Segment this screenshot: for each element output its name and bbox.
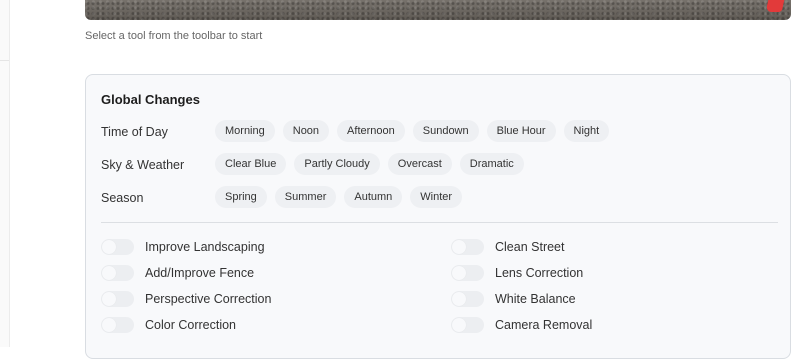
- toggle-label: Add/Improve Fence: [145, 266, 255, 280]
- sidebar-divider: [0, 60, 9, 61]
- chip-overcast[interactable]: Overcast: [387, 153, 452, 175]
- toggle-label: Camera Removal: [495, 318, 593, 332]
- toggle-knob: [102, 292, 116, 306]
- chip-dramatic[interactable]: Dramatic: [459, 153, 524, 175]
- toggle-switch[interactable]: [451, 291, 484, 307]
- toggle-perspective-correction[interactable]: Perspective Correction: [101, 291, 271, 307]
- toolbar-hint: Select a tool from the toolbar to start: [85, 30, 263, 42]
- chip-clear-blue[interactable]: Clear Blue: [215, 153, 287, 175]
- chip-noon[interactable]: Noon: [282, 120, 330, 142]
- toggle-knob: [452, 292, 466, 306]
- panel-title: Global Changes: [101, 92, 200, 107]
- toggle-clean-street[interactable]: Clean Street: [451, 239, 564, 255]
- toggle-knob: [102, 318, 116, 332]
- chip-partly-cloudy[interactable]: Partly Cloudy: [294, 153, 380, 175]
- toggle-color-correction[interactable]: Color Correction: [101, 317, 236, 333]
- left-sidebar: [0, 0, 10, 347]
- season-options: Spring Summer Autumn Winter: [215, 186, 463, 208]
- image-preview: [85, 0, 791, 20]
- season-label: Season: [101, 191, 144, 205]
- toggle-knob: [452, 266, 466, 280]
- chip-morning[interactable]: Morning: [215, 120, 275, 142]
- toggle-switch[interactable]: [101, 317, 134, 333]
- time-of-day-label: Time of Day: [101, 125, 168, 139]
- toggle-label: White Balance: [495, 292, 576, 306]
- chip-blue-hour[interactable]: Blue Hour: [486, 120, 556, 142]
- toggle-label: Lens Correction: [495, 266, 584, 280]
- chip-night[interactable]: Night: [563, 120, 610, 142]
- toggle-label: Perspective Correction: [145, 292, 272, 306]
- toggle-knob: [102, 266, 116, 280]
- toggle-switch[interactable]: [451, 317, 484, 333]
- toggle-lens-correction[interactable]: Lens Correction: [451, 265, 583, 281]
- toggle-knob: [452, 318, 466, 332]
- toggle-label: Clean Street: [495, 240, 565, 254]
- toggle-improve-landscaping[interactable]: Improve Landscaping: [101, 239, 265, 255]
- chip-spring[interactable]: Spring: [215, 186, 267, 208]
- toggle-label: Color Correction: [145, 318, 237, 332]
- chip-sundown[interactable]: Sundown: [412, 120, 479, 142]
- global-changes-panel: Global Changes Time of Day Morning Noon …: [85, 74, 791, 359]
- toggle-label: Improve Landscaping: [145, 240, 265, 254]
- time-of-day-options: Morning Noon Afternoon Sundown Blue Hour…: [215, 120, 610, 142]
- section-divider: [101, 222, 778, 223]
- sky-weather-options: Clear Blue Partly Cloudy Overcast Dramat…: [215, 153, 524, 175]
- chip-autumn[interactable]: Autumn: [344, 186, 403, 208]
- toggle-add-improve-fence[interactable]: Add/Improve Fence: [101, 265, 254, 281]
- chip-afternoon[interactable]: Afternoon: [337, 120, 405, 142]
- toggle-knob: [102, 240, 116, 254]
- image-watermark-mark: [765, 0, 785, 12]
- toggle-switch[interactable]: [451, 239, 484, 255]
- toggle-switch[interactable]: [101, 239, 134, 255]
- toggle-camera-removal[interactable]: Camera Removal: [451, 317, 592, 333]
- sky-weather-label: Sky & Weather: [101, 158, 185, 172]
- toggle-switch[interactable]: [101, 291, 134, 307]
- chip-winter[interactable]: Winter: [410, 186, 463, 208]
- toggle-knob: [452, 240, 466, 254]
- toggle-white-balance[interactable]: White Balance: [451, 291, 576, 307]
- chip-summer[interactable]: Summer: [274, 186, 337, 208]
- toggle-switch[interactable]: [451, 265, 484, 281]
- toggle-switch[interactable]: [101, 265, 134, 281]
